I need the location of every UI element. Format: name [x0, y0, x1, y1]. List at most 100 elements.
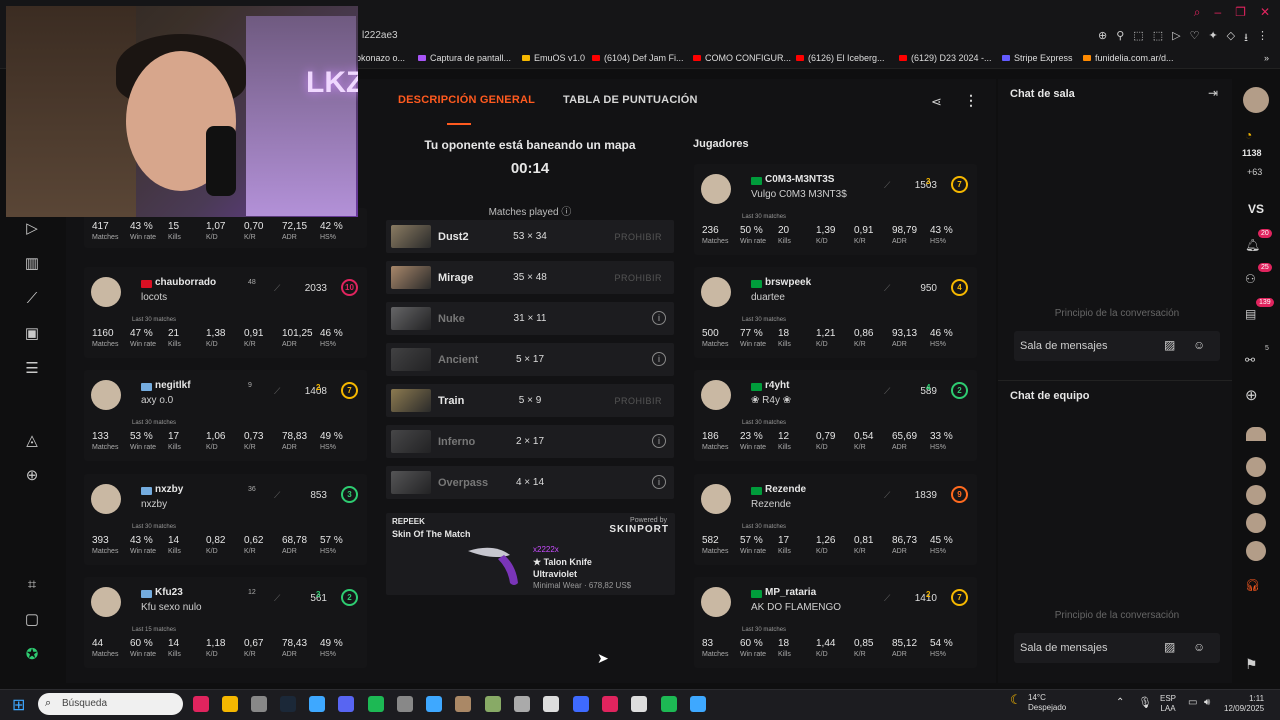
- player-card[interactable]: Rezende Rezende ⟋ 1839 9 Last 30 matches 582 Ma…: [694, 474, 977, 565]
- clock[interactable]: 1:11 12/09/2025: [1224, 694, 1264, 714]
- player-nickname[interactable]: Rezende: [765, 484, 806, 495]
- headset-icon[interactable]: 🎧︎: [1245, 578, 1260, 592]
- map-row-train[interactable]: Train 5 × 9 PROHIBIR: [386, 384, 674, 417]
- info-icon[interactable]: i: [652, 311, 666, 325]
- file-explorer-icon[interactable]: [222, 696, 238, 712]
- vs-button[interactable]: VS: [1248, 202, 1264, 216]
- bookmark[interactable]: EmuOS v1.0: [522, 53, 585, 63]
- bookmarks-overflow-icon[interactable]: »: [1264, 53, 1269, 63]
- info-icon[interactable]: i: [652, 434, 666, 448]
- network-icon[interactable]: ▭: [1188, 697, 1197, 708]
- friends-icon[interactable]: ⚇: [1245, 272, 1256, 286]
- chat-toggle-icon[interactable]: ⚑: [1245, 656, 1258, 673]
- bell-icon[interactable]: ◬: [22, 431, 42, 451]
- shield-icon[interactable]: [573, 696, 589, 712]
- opera-icon[interactable]: [193, 696, 209, 712]
- bookmark[interactable]: Captura de pantall...: [418, 53, 511, 63]
- player-nickname[interactable]: negitlkf: [155, 380, 191, 391]
- player-avatar[interactable]: [701, 380, 731, 410]
- expand-icon[interactable]: ⌗: [22, 575, 42, 595]
- player-nickname[interactable]: r4yht: [765, 380, 789, 391]
- image-icon[interactable]: ▨: [1164, 640, 1175, 654]
- volume-icon[interactable]: 🔊︎: [1204, 697, 1210, 708]
- map-row-inferno[interactable]: Inferno 2 × 17 i: [386, 425, 674, 458]
- player-card[interactable]: brswpeek duartee ⟋ 950 4 Last 30 matches 500 Ma…: [694, 267, 977, 358]
- app-icon[interactable]: [485, 696, 501, 712]
- map-row-overpass[interactable]: Overpass 4 × 14 i: [386, 466, 674, 499]
- player-nickname[interactable]: C0M3-M3NT3S: [765, 174, 834, 185]
- bookmark[interactable]: (6104) Def Jam Fi...: [592, 53, 684, 63]
- bookmark[interactable]: okonazo o...: [356, 53, 405, 63]
- windows-start-icon[interactable]: ⊞: [12, 695, 25, 715]
- app-icon[interactable]: [602, 696, 618, 712]
- skin-of-the-match[interactable]: REPEEK Skin Of The Match Powered by SKIN…: [386, 513, 675, 595]
- map-row-dust2[interactable]: Dust2 53 × 34 PROHIBIR: [386, 220, 674, 253]
- zoom-icon[interactable]: ⊕: [1098, 29, 1107, 48]
- extension-icon[interactable]: ✦: [1208, 29, 1217, 48]
- collapse-chat-icon[interactable]: ⇥: [1208, 86, 1218, 100]
- app-icon[interactable]: [543, 696, 559, 712]
- graph-icon[interactable]: ⟋: [22, 289, 42, 309]
- player-nickname[interactable]: brswpeek: [765, 277, 811, 288]
- player-avatar[interactable]: [701, 277, 731, 307]
- security-icon[interactable]: [309, 696, 325, 712]
- friend-avatar[interactable]: [1246, 513, 1266, 533]
- address-bar[interactable]: l222ae3: [362, 30, 398, 41]
- car-icon[interactable]: [514, 696, 530, 712]
- steam-icon[interactable]: [280, 696, 296, 712]
- discord-icon[interactable]: [338, 696, 354, 712]
- bookmark[interactable]: COMO CONFIGUR...: [693, 53, 791, 63]
- close-icon[interactable]: ✕: [1260, 5, 1270, 20]
- party-icon[interactable]: ⚯: [1245, 353, 1255, 367]
- emoji-icon[interactable]: ☺: [1193, 338, 1205, 352]
- more-options-icon[interactable]: ⋮: [964, 92, 978, 109]
- emoji-icon[interactable]: ☺: [1193, 640, 1205, 654]
- game-icon[interactable]: [397, 696, 413, 712]
- crop-icon[interactable]: ⬚: [1153, 29, 1163, 48]
- friend-avatar[interactable]: [1246, 457, 1266, 477]
- heart-icon[interactable]: ♡: [1190, 29, 1200, 48]
- bookmark[interactable]: (6126) El Iceberg...: [796, 53, 885, 63]
- player-avatar[interactable]: [91, 484, 121, 514]
- image-icon[interactable]: ▨: [1164, 338, 1175, 352]
- info-icon[interactable]: i: [652, 352, 666, 366]
- stats-icon[interactable]: ▥: [22, 254, 42, 274]
- maximize-icon[interactable]: ❐: [1235, 5, 1246, 20]
- player-avatar[interactable]: [91, 587, 121, 617]
- screenshot-icon[interactable]: ⬚: [1133, 29, 1143, 48]
- chrome-icon[interactable]: [251, 696, 267, 712]
- shop-icon[interactable]: ▢: [22, 610, 42, 630]
- info-icon[interactable]: ⓘ: [561, 207, 571, 218]
- player-card[interactable]: chauborrado locots 48 ⟋ 2033 10 Last 30 matche…: [84, 267, 367, 358]
- friend-avatar[interactable]: [1246, 427, 1266, 441]
- language-indicator[interactable]: ESP LAA: [1160, 694, 1176, 714]
- menu-icon[interactable]: ⋮: [1257, 29, 1268, 48]
- play-icon[interactable]: ▷: [22, 219, 42, 239]
- cube-icon[interactable]: ◇: [1227, 29, 1235, 48]
- list-icon[interactable]: ☰: [22, 359, 42, 379]
- bookmark[interactable]: (6129) D23 2024 -...: [899, 53, 992, 63]
- friend-avatar[interactable]: [1246, 541, 1266, 561]
- player-card[interactable]: C0M3-M3NT3S Vulgo C0M3 M3NT3$ ⟋ 1503 3 7 Last …: [694, 164, 977, 255]
- player-card[interactable]: negitlkf axy o.0 9 ⟋ 1408 2 7 Last 30 matches 13…: [84, 370, 367, 461]
- app-icon[interactable]: [455, 696, 471, 712]
- team-chat-input[interactable]: Sala de mensajes ▨ ☺: [1014, 633, 1220, 663]
- notepad-icon[interactable]: [426, 696, 442, 712]
- minimize-icon[interactable]: –: [1214, 5, 1221, 20]
- bookmark[interactable]: funidelia.com.ar/d...: [1083, 53, 1174, 63]
- player-nickname[interactable]: nxzby: [155, 484, 183, 495]
- app-icon[interactable]: [631, 696, 647, 712]
- player-avatar[interactable]: [701, 587, 731, 617]
- map-row-nuke[interactable]: Nuke 31 × 11 i: [386, 302, 674, 335]
- ban-button[interactable]: PROHIBIR: [614, 396, 662, 406]
- map-row-ancient[interactable]: Ancient 5 × 17 i: [386, 343, 674, 376]
- pin-icon[interactable]: ⚲: [1116, 29, 1124, 48]
- player-card[interactable]: Kfu23 Kfu sexo nulo 12 ⟋ 561 3 2 Last 15 matche…: [84, 577, 367, 668]
- map-row-mirage[interactable]: Mirage 35 × 48 PROHIBIR: [386, 261, 674, 294]
- add-icon[interactable]: ⊕: [22, 466, 42, 486]
- info-icon[interactable]: i: [652, 475, 666, 489]
- bell-icon[interactable]: 🔔︎: [1245, 238, 1260, 252]
- taskbar-search[interactable]: ⌕ Búsqueda: [38, 693, 183, 715]
- player-card[interactable]: MP_rataria AK DO FLAMENGO ⟋ 1410 2 7 Last 30 m…: [694, 577, 977, 668]
- app-icon[interactable]: [690, 696, 706, 712]
